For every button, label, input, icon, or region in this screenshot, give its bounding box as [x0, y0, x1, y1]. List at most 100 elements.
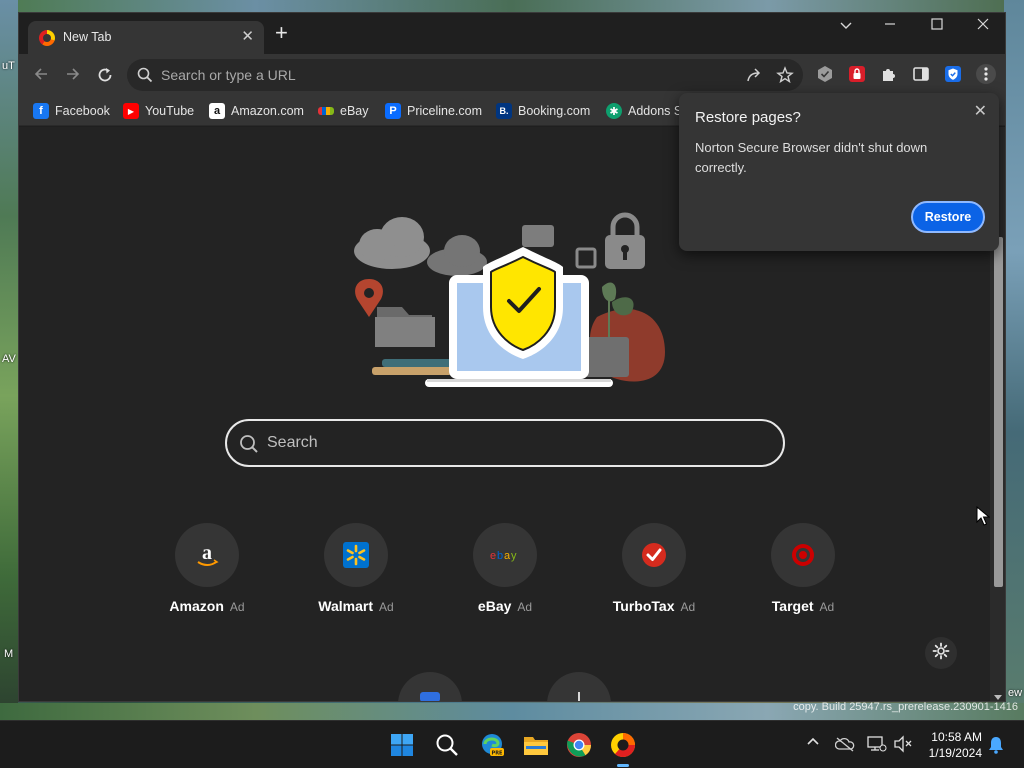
bookmark-label: eBay [340, 104, 369, 118]
shortcut-ebay[interactable]: ebay eBay Ad [445, 523, 565, 623]
tab-strip: New Tab ✕ + [19, 13, 1005, 54]
close-icon[interactable]: ✕ [241, 27, 254, 45]
bookmark-youtube[interactable]: ▶ YouTube [123, 102, 194, 120]
norton-browser-icon[interactable] [609, 731, 637, 767]
chrome-icon[interactable] [565, 731, 593, 759]
svg-text:PRE: PRE [492, 751, 504, 757]
shortcut-partial[interactable] [398, 672, 462, 701]
svg-text:a: a [504, 550, 511, 562]
bookmark-ebay[interactable]: eBay [318, 102, 369, 120]
browser-menu-icon[interactable] [976, 64, 996, 84]
norton-safe-web-icon[interactable] [944, 65, 962, 83]
shortcut-label: Walmart Ad [318, 598, 394, 614]
tab-title: New Tab [63, 30, 112, 44]
tab-new-tab[interactable]: New Tab ✕ [28, 21, 264, 54]
close-icon[interactable]: ✕ [974, 101, 987, 121]
desktop-icon-label: uT [2, 60, 15, 72]
desktop-icon-label: AV [2, 353, 16, 365]
customize-settings-button[interactable] [925, 637, 957, 669]
windows-build-watermark: copy. Build 25947.rs_prerelease.230901-1… [793, 701, 1018, 713]
chevron-up-icon[interactable] [806, 735, 820, 752]
password-manager-extension-icon[interactable] [848, 65, 866, 83]
ebay-icon [318, 107, 334, 115]
edge-pre-icon[interactable]: PRE [478, 731, 506, 759]
file-explorer-icon[interactable] [522, 731, 550, 759]
chevron-down-icon[interactable] [839, 18, 853, 35]
extensions-puzzle-icon[interactable] [880, 65, 898, 83]
address-bar-placeholder: Search or type a URL [161, 67, 296, 83]
bookmark-amazon[interactable]: a Amazon.com [209, 102, 304, 120]
toolbar: Search or type a URL [19, 54, 1005, 96]
close-icon[interactable] [976, 17, 990, 34]
bookmark-label: Addons S [628, 104, 683, 118]
speaker-muted-icon[interactable] [893, 735, 913, 756]
desktop-background-right [1004, 0, 1024, 720]
svg-text:y: y [511, 550, 517, 562]
bookmark-label: YouTube [145, 104, 195, 118]
clock-time: 10:58 AM [931, 730, 982, 744]
shortcut-walmart[interactable]: Walmart Ad [296, 523, 416, 623]
maximize-icon[interactable] [930, 17, 944, 34]
target-icon [771, 523, 835, 587]
ebay-icon: ebay [473, 523, 537, 587]
turbotax-icon [622, 523, 686, 587]
walmart-icon [324, 523, 388, 587]
desktop-icon-label: M [4, 648, 14, 660]
notification-bell-icon[interactable] [988, 736, 1004, 757]
facebook-icon: f [33, 103, 49, 119]
bookmark-addons[interactable]: ✱ Addons S [606, 102, 682, 120]
minimize-icon[interactable] [883, 17, 897, 34]
new-tab-search-box[interactable]: Search [225, 419, 785, 467]
booking-icon: B. [496, 103, 512, 119]
youtube-icon: ▶ [123, 103, 139, 119]
shortcut-amazon[interactable]: a Amazon Ad [147, 523, 267, 623]
search-icon [137, 67, 153, 88]
share-icon[interactable] [745, 67, 763, 88]
shortcut-target[interactable]: Target Ad [743, 523, 863, 623]
reload-icon[interactable] [96, 66, 114, 88]
bookmark-label: Booking.com [518, 104, 591, 118]
restore-pages-dialog: Restore pages? ✕ Norton Secure Browser d… [679, 93, 999, 251]
amazon-icon: a [175, 523, 239, 587]
search-icon[interactable] [433, 731, 461, 759]
svg-text:e: e [490, 550, 496, 562]
back-icon[interactable] [33, 66, 49, 86]
dialog-title: Restore pages? [695, 109, 801, 126]
mouse-cursor-icon [976, 506, 990, 526]
network-icon[interactable] [867, 735, 887, 756]
bookmark-label: Priceline.com [407, 104, 483, 118]
norton-favicon-icon [39, 30, 55, 46]
dialog-message: Norton Secure Browser didn't shut down c… [695, 140, 928, 175]
priceline-icon: P [385, 103, 401, 119]
bookmark-label: Amazon.com [231, 104, 304, 118]
address-bar[interactable]: Search or type a URL [127, 59, 803, 91]
forward-icon[interactable] [65, 66, 81, 86]
onedrive-offline-icon[interactable] [834, 736, 855, 755]
bookmark-star-icon[interactable] [776, 66, 794, 89]
restore-button[interactable]: Restore [911, 201, 985, 233]
shortcut-partial[interactable] [547, 672, 611, 701]
shortcut-label: Amazon Ad [169, 598, 245, 614]
search-icon [239, 434, 259, 459]
svg-text:b: b [497, 550, 503, 562]
shortcut-label: TurboTax Ad [612, 598, 696, 614]
bookmark-facebook[interactable]: f Facebook [33, 102, 110, 120]
desktop-background-top [0, 0, 1024, 12]
shortcut-turbotax[interactable]: TurboTax Ad [594, 523, 714, 623]
amazon-icon: a [209, 103, 225, 119]
scrollbar-thumb[interactable] [994, 237, 1003, 587]
scroll-down-arrow-icon[interactable] [994, 695, 1002, 700]
new-tab-button[interactable]: + [275, 22, 288, 44]
shortcut-label: eBay Ad [477, 598, 533, 614]
bookmark-booking[interactable]: B. Booking.com [496, 102, 590, 120]
side-panel-icon[interactable] [912, 65, 930, 83]
shortcut-label: Target Ad [771, 598, 835, 614]
search-placeholder: Search [267, 434, 318, 451]
svg-text:a: a [202, 542, 212, 564]
gear-icon [932, 642, 950, 665]
windows-start-icon[interactable] [388, 731, 416, 759]
bookmark-priceline[interactable]: P Priceline.com [385, 102, 482, 120]
system-clock[interactable]: 10:58 AM 1/19/2024 [929, 729, 982, 761]
desktop-icon-label: ew [1008, 687, 1023, 699]
norton-extension-icon[interactable] [816, 65, 834, 83]
